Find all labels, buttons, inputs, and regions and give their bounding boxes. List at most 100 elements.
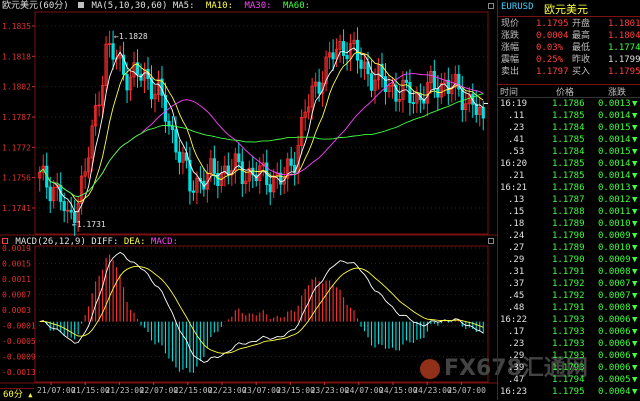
x-tick-label: 22/15:00 xyxy=(174,386,213,395)
tick-price: 1.1785 xyxy=(552,171,585,181)
tick-table-header: 时间 价格 涨跌 xyxy=(498,84,640,98)
tick-down-arrow-icon: ▼ xyxy=(632,351,638,361)
tick-price: 1.1795 xyxy=(552,387,585,397)
tick-price: 1.1790 xyxy=(552,231,585,241)
chart-header: 欧元美元(60分) MA(5,10,30,60) MA5: MA10: MA30… xyxy=(2,0,310,12)
quote-value: 0.0004 xyxy=(536,31,569,41)
quote-row: 涨跌 0.0004 最高 1.1804 xyxy=(498,30,640,42)
y-tick-label: 1.1802 xyxy=(2,83,31,92)
candle xyxy=(191,190,196,193)
tick-price: 1.1785 xyxy=(552,159,585,169)
chart-close-icon[interactable] xyxy=(488,3,494,9)
tick-time: 16:21 xyxy=(500,183,528,193)
tick-down-arrow-icon: ▼ xyxy=(632,159,638,169)
candle xyxy=(317,81,321,94)
indicator-toggle-icon[interactable] xyxy=(78,2,85,8)
tick-price: 1.1792 xyxy=(552,291,585,301)
tick-change: 0.0014 xyxy=(598,111,631,121)
tick-down-arrow-icon: ▼ xyxy=(632,267,638,277)
period-selector[interactable]: 60分 ▲ xyxy=(0,388,34,401)
tick-change: 0.0008 xyxy=(598,267,631,277)
y-tick-label: 1.1772 xyxy=(2,143,31,152)
tick-row: .53 1.1784 0.0015 ▼ xyxy=(498,146,640,158)
x-tick-label: 24/07:00 xyxy=(345,386,384,395)
tick-time: .23 xyxy=(508,339,525,349)
x-tick-label: 21/23:00 xyxy=(105,386,144,395)
y-tick-label: 1.1835 xyxy=(2,22,31,31)
quote-row: 震幅 0.25% 昨收 1.1799 xyxy=(498,54,640,66)
quote-value: 0.03% xyxy=(536,43,564,53)
macd-tick-label: 0.0011 xyxy=(2,275,31,284)
tick-change: 0.0014 xyxy=(598,135,631,145)
tick-row: 16:22 1.1793 0.0006 ▼ xyxy=(498,314,640,326)
quote-label: 最低 xyxy=(572,43,591,53)
ma-label: MA(5,10,30,60) xyxy=(91,1,168,11)
tick-price: 1.1785 xyxy=(552,111,585,121)
macd-tick-label: -0.0009 xyxy=(2,353,36,362)
tick-row: .13 1.1787 0.0012 ▼ xyxy=(498,194,640,206)
tick-change: 0.0011 xyxy=(598,207,631,217)
quote-value: 1.1795 xyxy=(536,19,569,29)
chart-title: 欧元美元(60分) xyxy=(2,1,69,11)
tick-row: 16:20 1.1785 0.0014 ▼ xyxy=(498,158,640,170)
tick-row: .11 1.1785 0.0014 ▼ xyxy=(498,110,640,122)
tick-down-arrow-icon: ▼ xyxy=(632,243,638,253)
tick-row: .39 1.1793 0.0006 ▼ xyxy=(498,362,640,374)
candle xyxy=(125,74,129,91)
tick-row: .48 1.1791 0.0008 ▼ xyxy=(498,302,640,314)
y-tick-label: 1.1756 xyxy=(2,174,31,183)
tick-row: .29 1.1793 0.0006 ▼ xyxy=(498,350,640,362)
tick-time: .15 xyxy=(508,207,525,217)
quote-label: 开盘 xyxy=(572,19,591,29)
tick-change: 0.0015 xyxy=(598,123,631,133)
candle xyxy=(432,70,436,90)
macd-tick-label: 0.0015 xyxy=(2,260,31,269)
tick-down-arrow-icon: ▼ xyxy=(632,135,638,145)
tick-price: 1.1793 xyxy=(552,327,585,337)
candle xyxy=(474,103,478,115)
y-tick-label: 1.1818 xyxy=(2,52,31,61)
candle xyxy=(331,52,335,60)
tick-row: .37 1.1792 0.0007 ▼ xyxy=(498,278,640,290)
tick-row: .23 1.1784 0.0015 ▼ xyxy=(498,122,640,134)
macd-header: MACD(26,12,9) DIFF: DEA: MACD: xyxy=(2,236,178,248)
quote-label: 最高 xyxy=(572,31,591,41)
ma60-label: MA60: xyxy=(282,1,311,11)
tick-price: 1.1787 xyxy=(552,195,585,205)
tick-row: .31 1.1791 0.0008 ▼ xyxy=(498,266,640,278)
tick-down-arrow-icon: ▼ xyxy=(632,183,638,193)
x-tick-label: 21/15:00 xyxy=(71,386,110,395)
tick-price: 1.1786 xyxy=(552,183,585,193)
tick-time: .13 xyxy=(508,195,525,205)
main-panel-frame xyxy=(34,11,489,235)
candle xyxy=(404,79,409,83)
tick-down-arrow-icon: ▼ xyxy=(632,171,638,181)
symbol-name: 欧元美元 xyxy=(544,3,588,16)
low-annotation: ←1.1731 xyxy=(72,220,106,229)
period-label: 60分 xyxy=(3,390,23,400)
y-tick-label: 1.1741 xyxy=(2,204,31,213)
tick-down-arrow-icon: ▼ xyxy=(632,327,638,337)
tick-row: 16:19 1.1786 0.0013 ▼ xyxy=(498,98,640,110)
candle xyxy=(460,88,464,111)
quote-label: 卖出 xyxy=(501,67,520,77)
macd-close-icon[interactable] xyxy=(488,238,494,244)
tick-price: 1.1791 xyxy=(552,267,585,277)
tick-change: 0.0006 xyxy=(598,363,631,373)
tick-change: 0.0006 xyxy=(598,315,631,325)
col-time: 时间 xyxy=(500,88,519,98)
tick-row: 16:23 1.1795 0.0004 ▼ xyxy=(498,386,640,398)
macd-tick-label: 0.0007 xyxy=(2,291,31,300)
x-tick-label: 23/15:00 xyxy=(276,386,315,395)
candlestick-chart[interactable]: 1.1835 1.1818 1.1802 1.1787 1.1772 1.1756 1.17… xyxy=(0,0,497,400)
tick-row: .29 1.1790 0.0009 ▼ xyxy=(498,254,640,266)
tick-down-arrow-icon: ▼ xyxy=(632,291,638,301)
tick-down-arrow-icon: ▼ xyxy=(632,255,638,265)
tick-down-arrow-icon: ▼ xyxy=(632,363,638,373)
tick-down-arrow-icon: ▼ xyxy=(632,111,638,121)
tick-time: .21 xyxy=(508,171,525,181)
tick-change: 0.0008 xyxy=(598,303,631,313)
x-tick-label: 25/07:00 xyxy=(447,386,486,395)
tick-change: 0.0012 xyxy=(598,195,631,205)
tick-price: 1.1793 xyxy=(552,363,585,373)
